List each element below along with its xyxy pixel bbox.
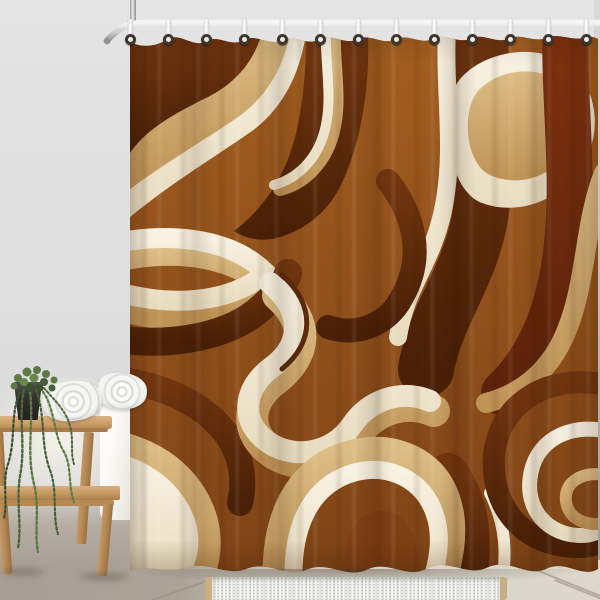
shower-curtain[interactable]: [130, 33, 598, 578]
rod-end-cap: [104, 38, 110, 44]
plant-foliage: [0, 352, 150, 562]
curtain-grommet: [581, 34, 592, 45]
curtain-grommet: [353, 34, 364, 45]
curtain-grommet: [277, 34, 288, 45]
curtain-grommet: [239, 34, 250, 45]
curtain-grommet: [429, 34, 440, 45]
curtain-grommet: [201, 34, 212, 45]
curtain-grommet: [163, 34, 174, 45]
hanging-plant: [0, 352, 150, 562]
curtain-grommet: [391, 34, 402, 45]
curtain-grommet: [125, 34, 136, 45]
curtain-grommet: [315, 34, 326, 45]
bathroom-scene: [0, 0, 600, 600]
curtain-grommet: [543, 34, 554, 45]
curtain-grommet: [467, 34, 478, 45]
bath-mat: [205, 577, 507, 600]
curtain-grommet: [505, 34, 516, 45]
stool-shadow: [2, 568, 44, 576]
stool-shadow: [80, 572, 128, 581]
curtain-fold-shading: [130, 33, 598, 578]
